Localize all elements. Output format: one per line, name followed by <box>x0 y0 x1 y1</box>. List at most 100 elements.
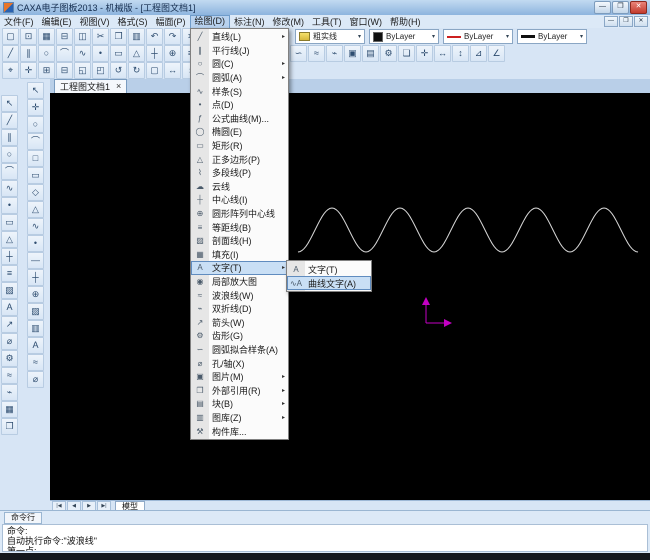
draw-menu-item[interactable]: ▥ 图库(Z) ▸ <box>191 411 288 425</box>
tool-icon[interactable]: ⊕ <box>27 286 44 303</box>
style-combo[interactable]: ByLayer ▾ <box>369 29 439 44</box>
tool-icon[interactable]: ≈ <box>1 367 18 384</box>
tool-icon[interactable]: ⌁ <box>1 384 18 401</box>
menubar-item[interactable]: 窗口(W) <box>346 16 387 28</box>
draw-menu-item[interactable]: ⌀ 孔/轴(X) ▸ <box>191 356 288 370</box>
text-submenu-item[interactable]: A 文字(T) <box>287 262 371 276</box>
maximize-button[interactable]: ❐ <box>612 1 629 14</box>
menubar-item[interactable]: 帮助(H) <box>386 16 425 28</box>
toolbar-icon[interactable]: ▣ <box>344 45 361 62</box>
draw-menu-item[interactable]: ▨ 剖面线(H) ▸ <box>191 234 288 248</box>
menubar-item[interactable]: 标注(N) <box>230 16 269 28</box>
tool-icon[interactable]: ▭ <box>1 214 18 231</box>
tool-icon[interactable]: ⚙ <box>1 350 18 367</box>
toolbar-icon[interactable]: ❐ <box>110 28 127 45</box>
draw-menu-item[interactable]: ⌁ 双折线(D) ▸ <box>191 302 288 316</box>
draw-menu-item[interactable]: ⌒ 圆弧(A) ▸ <box>191 71 288 85</box>
draw-menu-item[interactable]: A 文字(T) ▸ <box>191 261 288 275</box>
draw-menu-item[interactable]: ⊕ 圆形阵列中心线 ▸ <box>191 207 288 221</box>
toolbar-icon[interactable]: ∠ <box>488 45 505 62</box>
tool-icon[interactable]: ↖ <box>27 82 44 99</box>
tool-icon[interactable]: A <box>27 337 44 354</box>
toolbar-icon[interactable]: ✂ <box>92 28 109 45</box>
toolbar-icon[interactable]: ⊟ <box>56 62 73 79</box>
toolbar-icon[interactable]: ↔ <box>164 62 181 79</box>
toolbar-icon[interactable]: ⊿ <box>470 45 487 62</box>
tool-icon[interactable]: △ <box>1 231 18 248</box>
toolbar-icon[interactable]: ┼ <box>146 45 163 62</box>
menubar-item[interactable]: 文件(F) <box>0 16 38 28</box>
toolbar-icon[interactable]: ↕ <box>452 45 469 62</box>
draw-menu-item[interactable]: ∥ 平行线(J) ▸ <box>191 44 288 58</box>
toolbar-icon[interactable]: ▦ <box>38 28 55 45</box>
draw-menu-item[interactable]: ∿ 样条(S) ▸ <box>191 84 288 98</box>
document-tab-close-icon[interactable]: × <box>116 82 121 91</box>
tool-icon[interactable]: ⌀ <box>1 333 18 350</box>
toolbar-icon[interactable]: ∥ <box>20 45 37 62</box>
tool-icon[interactable]: — <box>27 252 44 269</box>
tool-icon[interactable]: ◇ <box>27 184 44 201</box>
draw-menu-item[interactable]: ∽ 圆弧拟合样条(A) ▸ <box>191 343 288 357</box>
command-panel-tab[interactable]: 命令行 <box>4 512 42 524</box>
tool-icon[interactable]: ⌒ <box>27 133 44 150</box>
toolbar-icon[interactable]: △ <box>128 45 145 62</box>
style-combo[interactable]: ByLayer ▾ <box>443 29 513 44</box>
draw-menu-item[interactable]: ┼ 中心线(I) ▸ <box>191 193 288 207</box>
toolbar-icon[interactable]: ▢ <box>2 28 19 45</box>
tool-icon[interactable]: ▭ <box>27 167 44 184</box>
toolbar-icon[interactable]: ⚙ <box>380 45 397 62</box>
menubar-item[interactable]: 格式(S) <box>114 16 152 28</box>
toolbar-icon[interactable]: ✛ <box>416 45 433 62</box>
tool-icon[interactable]: ∿ <box>1 180 18 197</box>
toolbar-icon[interactable]: ⊞ <box>38 62 55 79</box>
toolbar-icon[interactable]: ▢ <box>146 62 163 79</box>
toolbar-icon[interactable]: ∿ <box>74 45 91 62</box>
close-button[interactable]: ✕ <box>630 1 647 14</box>
tool-icon[interactable]: ❐ <box>1 418 18 435</box>
toolbar-icon[interactable]: ⊕ <box>164 45 181 62</box>
tool-icon[interactable]: A <box>1 299 18 316</box>
tool-icon[interactable]: ≡ <box>1 265 18 282</box>
toolbar-icon[interactable]: ⌁ <box>326 45 343 62</box>
toolbar-icon[interactable]: ▭ <box>110 45 127 62</box>
toolbar-icon[interactable]: ✛ <box>20 62 37 79</box>
menubar-item[interactable]: 工具(T) <box>308 16 346 28</box>
draw-menu-item[interactable]: ╱ 直线(L) ▸ <box>191 30 288 44</box>
draw-menu-item[interactable]: ◉ 局部放大图 ▸ <box>191 275 288 289</box>
tool-icon[interactable]: ⌀ <box>27 371 44 388</box>
draw-menu-item[interactable]: ƒ 公式曲线(M)... ▸ <box>191 112 288 126</box>
draw-menu-item[interactable]: ≡ 等距线(B) ▸ <box>191 220 288 234</box>
tool-icon[interactable]: ▥ <box>27 320 44 337</box>
text-submenu-item[interactable]: ∿A 曲线文字(A) <box>287 276 371 290</box>
toolbar-icon[interactable]: • <box>92 45 109 62</box>
toolbar-icon[interactable]: ⌒ <box>56 45 73 62</box>
draw-menu-item[interactable]: ◯ 椭圆(E) ▸ <box>191 125 288 139</box>
draw-menu-item[interactable]: △ 正多边形(P) ▸ <box>191 152 288 166</box>
command-line-area[interactable]: 命令:自动执行命令:"波浪线"第一点: <box>2 524 648 552</box>
toolbar-icon[interactable]: ◫ <box>74 28 91 45</box>
tool-icon[interactable]: ┼ <box>1 248 18 265</box>
draw-menu-item[interactable]: ⚙ 齿形(G) ▸ <box>191 329 288 343</box>
draw-menu-item[interactable]: ▭ 矩形(R) ▸ <box>191 139 288 153</box>
tool-icon[interactable]: ▨ <box>27 303 44 320</box>
toolbar-icon[interactable]: ⌖ <box>2 62 19 79</box>
toolbar-icon[interactable]: ▤ <box>362 45 379 62</box>
toolbar-icon[interactable]: ◰ <box>92 62 109 79</box>
menubar-item[interactable]: 修改(M) <box>269 16 309 28</box>
tool-icon[interactable]: ┼ <box>27 269 44 286</box>
chevron-down-icon[interactable]: ▾ <box>358 33 361 40</box>
draw-menu-item[interactable]: ≈ 波浪线(W) ▸ <box>191 288 288 302</box>
draw-menu-item[interactable]: ❐ 外部引用(R) ▸ <box>191 383 288 397</box>
menubar-item[interactable]: 编辑(E) <box>38 16 76 28</box>
menubar-item[interactable]: 视图(V) <box>76 16 114 28</box>
tool-icon[interactable]: △ <box>27 201 44 218</box>
tool-icon[interactable]: ∿ <box>27 218 44 235</box>
draw-menu-item[interactable]: ⌇ 多段线(P) ▸ <box>191 166 288 180</box>
tool-icon[interactable]: ✛ <box>27 99 44 116</box>
drawing-canvas[interactable] <box>50 93 650 500</box>
toolbar-icon[interactable]: ▥ <box>128 28 145 45</box>
mdi-restore-button[interactable]: ❐ <box>619 16 633 27</box>
tool-icon[interactable]: ⌒ <box>1 163 18 180</box>
toolbar-icon[interactable]: ↶ <box>146 28 163 45</box>
toolbar-icon[interactable]: ↔ <box>434 45 451 62</box>
